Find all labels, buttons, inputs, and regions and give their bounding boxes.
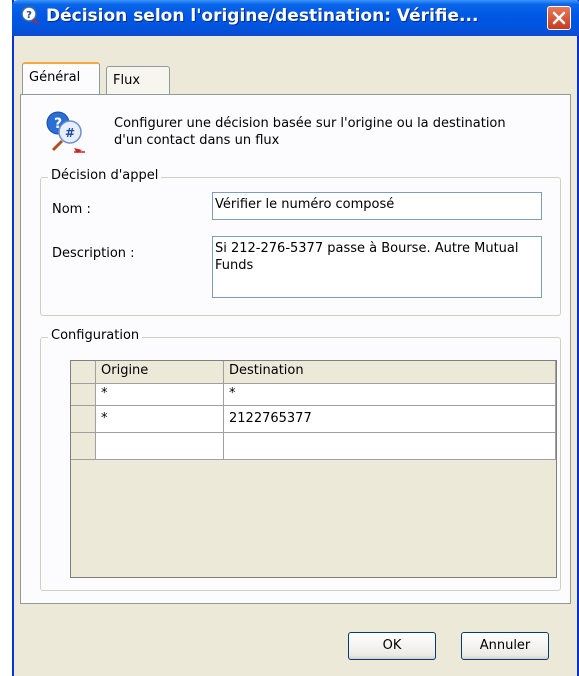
svg-text:?: ? bbox=[26, 10, 32, 21]
close-button[interactable] bbox=[547, 6, 571, 30]
tab-flux[interactable]: Flux bbox=[106, 66, 170, 94]
table-row[interactable] bbox=[71, 433, 556, 460]
grid-header-row: Origine Destination bbox=[71, 361, 556, 384]
tab-general[interactable]: Général bbox=[22, 62, 100, 94]
name-label: Nom : bbox=[52, 202, 91, 217]
window-title: Décision selon l'origine/destination: Vé… bbox=[46, 6, 479, 26]
table-row[interactable]: * 2122765377 bbox=[71, 406, 556, 433]
cancel-button[interactable]: Annuler bbox=[461, 632, 549, 660]
tab-flux-label: Flux bbox=[113, 73, 141, 88]
origine-cell[interactable]: * bbox=[96, 384, 224, 406]
row-header[interactable] bbox=[71, 384, 96, 406]
destination-cell[interactable] bbox=[224, 433, 556, 460]
row-header[interactable] bbox=[71, 406, 96, 433]
close-icon bbox=[552, 11, 566, 25]
ok-button[interactable]: OK bbox=[348, 632, 436, 660]
table-row[interactable]: * * bbox=[71, 384, 556, 406]
help-question-icon: ? # bbox=[44, 110, 88, 160]
title-bar[interactable]: ? Décision selon l'origine/destination: … bbox=[12, 0, 579, 36]
configuration-grid[interactable]: Origine Destination * * * 2122765377 bbox=[70, 360, 557, 578]
description-label: Description : bbox=[52, 246, 135, 261]
row-header-corner bbox=[71, 361, 96, 384]
origine-cell[interactable]: * bbox=[96, 406, 224, 433]
decision-group-legend: Décision d'appel bbox=[48, 168, 162, 183]
description-field[interactable]: Si 212-276-5377 passe à Bourse. Autre Mu… bbox=[212, 236, 542, 298]
column-header-origine[interactable]: Origine bbox=[96, 361, 224, 384]
tab-general-label: Général bbox=[29, 70, 81, 85]
name-field[interactable]: Vérifier le numéro composé bbox=[212, 192, 542, 220]
destination-cell[interactable]: * bbox=[224, 384, 556, 406]
configuration-group-legend: Configuration bbox=[48, 328, 143, 343]
intro-description: Configurer une décision basée sur l'orig… bbox=[114, 116, 506, 148]
destination-cell[interactable]: 2122765377 bbox=[224, 406, 556, 433]
row-header[interactable] bbox=[71, 433, 96, 460]
svg-text:#: # bbox=[65, 126, 75, 140]
dialog-window: ? Décision selon l'origine/destination: … bbox=[12, 0, 579, 676]
app-icon: ? bbox=[20, 5, 42, 27]
origine-cell[interactable] bbox=[96, 433, 224, 460]
column-header-destination[interactable]: Destination bbox=[224, 361, 556, 384]
